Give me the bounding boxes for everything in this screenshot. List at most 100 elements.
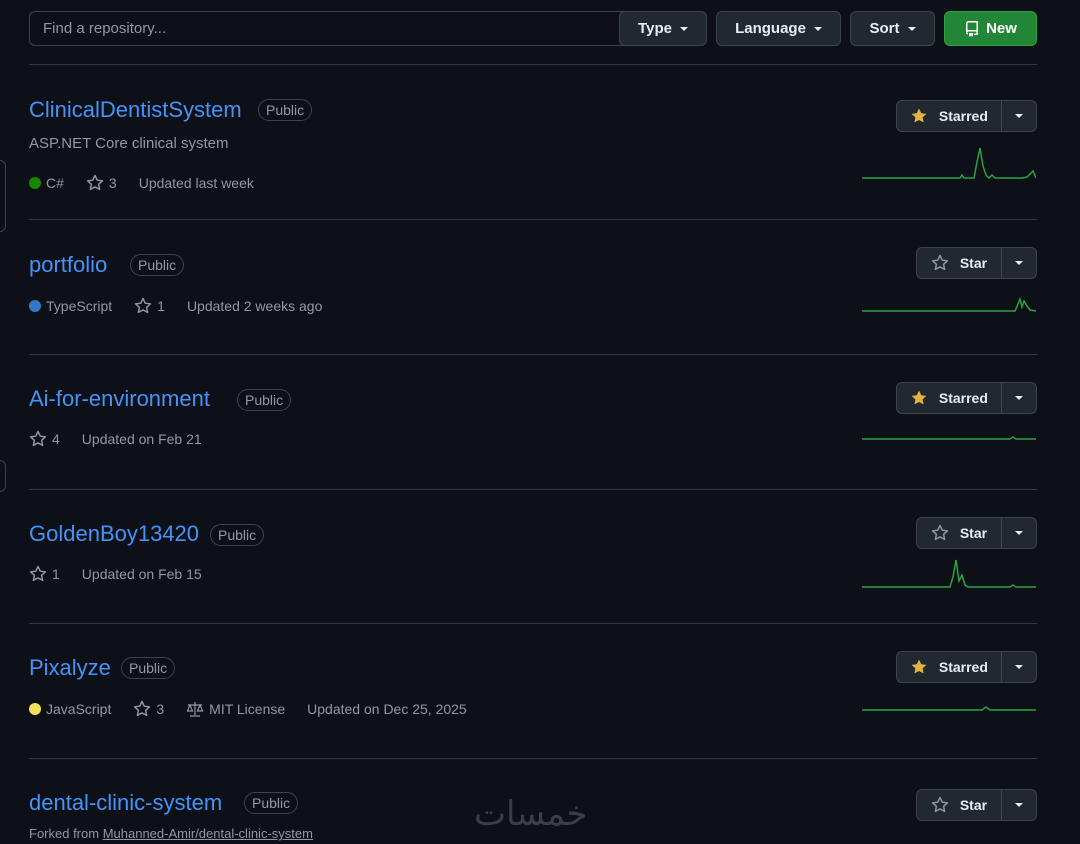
stars-count: 1 [52,566,60,582]
visibility-badge: Public [258,99,313,121]
sort-label: Sort [869,20,900,37]
stars-count: 3 [156,701,165,717]
activity-sparkline [862,559,1036,588]
star-button-group: Starred [896,100,1037,132]
visibility-badge: Public [210,524,265,546]
starred-button[interactable]: Starred [897,101,1002,131]
star-outline-icon [931,796,948,813]
star-outline-icon [931,254,948,271]
visibility-badge: Public [121,657,176,679]
repo-name-link[interactable]: dental-clinic-system [29,790,222,816]
caret-down-icon [679,26,688,31]
star-lists-dropdown[interactable] [1002,790,1036,820]
activity-sparkline [862,147,1036,180]
visibility-badge: Public [244,792,299,814]
language-color-dot [29,300,41,312]
activity-sparkline [862,296,1036,312]
watermark-logo: خمسات [474,794,588,834]
repo-list-item: GoldenBoy13420 Public 1 Updated on Feb 1… [0,490,1080,623]
new-repository-button[interactable]: New [944,11,1037,46]
visibility-badge: Public [237,389,292,411]
repo-description: ASP.NET Core clinical system [29,135,229,152]
sort-button[interactable]: Sort [850,11,935,46]
caret-down-icon [1014,803,1023,807]
language-item: C# [29,175,64,191]
repo-list-item: Pixalyze Public JavaScript 3 MIT License… [0,624,1080,758]
star-lists-dropdown[interactable] [1002,518,1036,548]
repo-icon [966,20,979,37]
star-button-group: Starred [896,382,1037,414]
repo-name-link[interactable]: Ai-for-environment [29,386,210,412]
starred-button[interactable]: Starred [897,652,1002,682]
type-filter-label: Type [638,20,672,37]
star-button[interactable]: Star [917,790,1002,820]
stargazers-link[interactable]: 3 [86,174,117,192]
language-name: JavaScript [46,701,112,717]
forked-prefix: Forked from [29,826,100,841]
license-item: MIT License [186,701,285,717]
language-name: TypeScript [46,298,113,314]
star-outline-icon [86,174,104,191]
stargazers-link[interactable]: 1 [134,297,165,315]
star-outline-icon [134,297,152,314]
stargazers-link[interactable]: 4 [29,430,60,448]
type-filter-button[interactable]: Type [619,11,707,46]
law-icon [186,702,204,717]
star-button[interactable]: Star [917,518,1002,548]
star-button-group: Star [916,247,1037,279]
language-item: TypeScript [29,298,112,314]
star-filled-icon [911,390,927,405]
star-lists-dropdown[interactable] [1002,101,1036,131]
license-name: MIT License [209,701,286,717]
repo-meta: JavaScript 3 MIT License Updated on Dec … [29,700,489,718]
language-filter-label: Language [735,20,806,37]
language-color-dot [29,177,41,189]
repositories-page: Type Language Sort New ClinicalDentistSy… [0,0,1080,844]
star-button-label: Star [959,797,988,813]
repo-list-item: portfolio Public TypeScript 1 Updated 2 … [0,220,1080,354]
stars-count: 4 [52,431,60,447]
caret-down-icon [907,26,916,31]
repo-name-link[interactable]: Pixalyze [29,655,111,681]
star-button[interactable]: Star [917,248,1002,278]
star-lists-dropdown[interactable] [1002,652,1036,682]
repo-name-link[interactable]: ClinicalDentistSystem [29,97,242,123]
starred-button[interactable]: Starred [897,383,1002,413]
repo-meta: C# 3 Updated last week [29,174,276,192]
star-button-label: Starred [938,108,988,124]
visibility-badge: Public [130,254,185,276]
forked-from-link[interactable]: Muhanned-Amir/dental-clinic-system [103,826,313,841]
language-color-dot [29,703,41,715]
star-button-group: Starred [896,651,1037,683]
activity-sparkline [862,436,1036,440]
updated-text: Updated on Dec 25, 2025 [307,701,467,717]
caret-down-icon [1014,531,1023,535]
star-filled-icon [911,659,927,674]
repo-name-link[interactable]: portfolio [29,252,107,278]
repo-meta: TypeScript 1 Updated 2 weeks ago [29,297,344,315]
new-button-label: New [986,20,1017,37]
star-button-group: Star [916,517,1037,549]
star-lists-dropdown[interactable] [1002,248,1036,278]
star-outline-icon [29,430,47,447]
updated-text: Updated last week [138,175,254,191]
star-lists-dropdown[interactable] [1002,383,1036,413]
caret-down-icon [813,26,822,31]
language-filter-button[interactable]: Language [716,11,841,46]
star-button-label: Starred [938,659,988,675]
repo-list-item: ClinicalDentistSystem Public ASP.NET Cor… [0,65,1080,219]
language-name: C# [46,175,64,191]
star-outline-icon [931,524,948,541]
star-button-label: Star [959,525,988,541]
language-item: JavaScript [29,701,111,717]
repo-name-link[interactable]: GoldenBoy13420 [29,521,199,547]
caret-down-icon [1014,665,1023,669]
stargazers-link[interactable]: 3 [133,700,164,718]
stargazers-link[interactable]: 1 [29,565,60,583]
star-button-label: Starred [938,390,988,406]
updated-text: Updated 2 weeks ago [186,298,323,314]
star-outline-icon [29,565,47,582]
forked-from-text: Forked from Muhanned-Amir/dental-clinic-… [29,826,313,841]
find-repository-input[interactable] [29,11,636,46]
repo-meta: 1 Updated on Feb 15 [29,565,224,583]
